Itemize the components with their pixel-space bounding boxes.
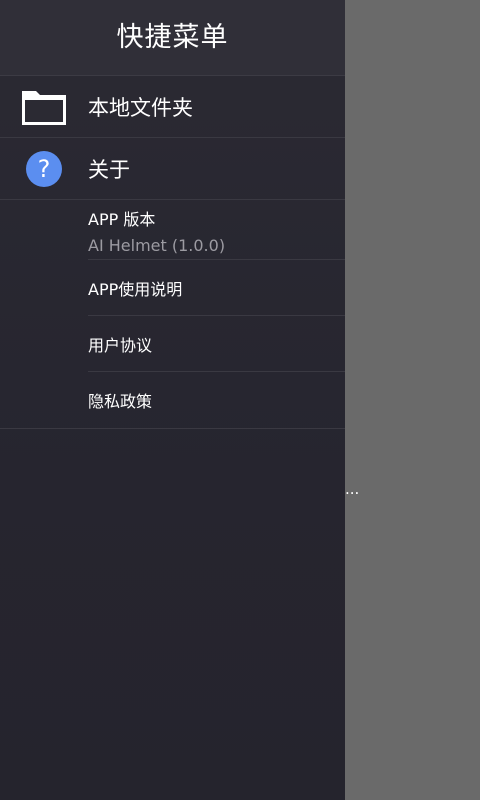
drawer-scrim[interactable]	[345, 0, 480, 800]
menu-item-label: 关于	[88, 157, 130, 182]
app-version-value: AI Helmet (1.0.0)	[88, 236, 226, 255]
question-icon: ?	[0, 150, 88, 188]
about-submenu: APP 版本 AI Helmet (1.0.0) APP使用说明 用户协议 隐私…	[0, 200, 345, 428]
drawer-header: 快捷菜单	[0, 0, 345, 76]
app-version-item: APP 版本 AI Helmet (1.0.0)	[88, 200, 345, 260]
app-manual-label: APP使用说明	[88, 279, 183, 299]
menu-item-about[interactable]: ? 关于	[0, 138, 345, 200]
app-version-label: APP 版本	[88, 210, 156, 229]
privacy-policy-label: 隐私政策	[88, 392, 153, 411]
navigation-drawer: 快捷菜单 本地文件夹 ? 关于 APP 版本 AI Helmet (1.0.0)…	[0, 0, 345, 800]
app-manual-link[interactable]: APP使用说明	[88, 260, 345, 316]
svg-text:?: ?	[38, 155, 51, 183]
folder-icon	[0, 87, 88, 127]
submenu-divider	[0, 428, 345, 429]
drawer-title: 快捷菜单	[116, 22, 229, 53]
menu-item-local-folder[interactable]: 本地文件夹	[0, 76, 345, 138]
menu-item-label: 本地文件夹	[88, 95, 193, 120]
user-agreement-link[interactable]: 用户协议	[88, 316, 345, 372]
user-agreement-label: 用户协议	[88, 335, 153, 355]
privacy-policy-link[interactable]: 隐私政策	[88, 372, 345, 428]
